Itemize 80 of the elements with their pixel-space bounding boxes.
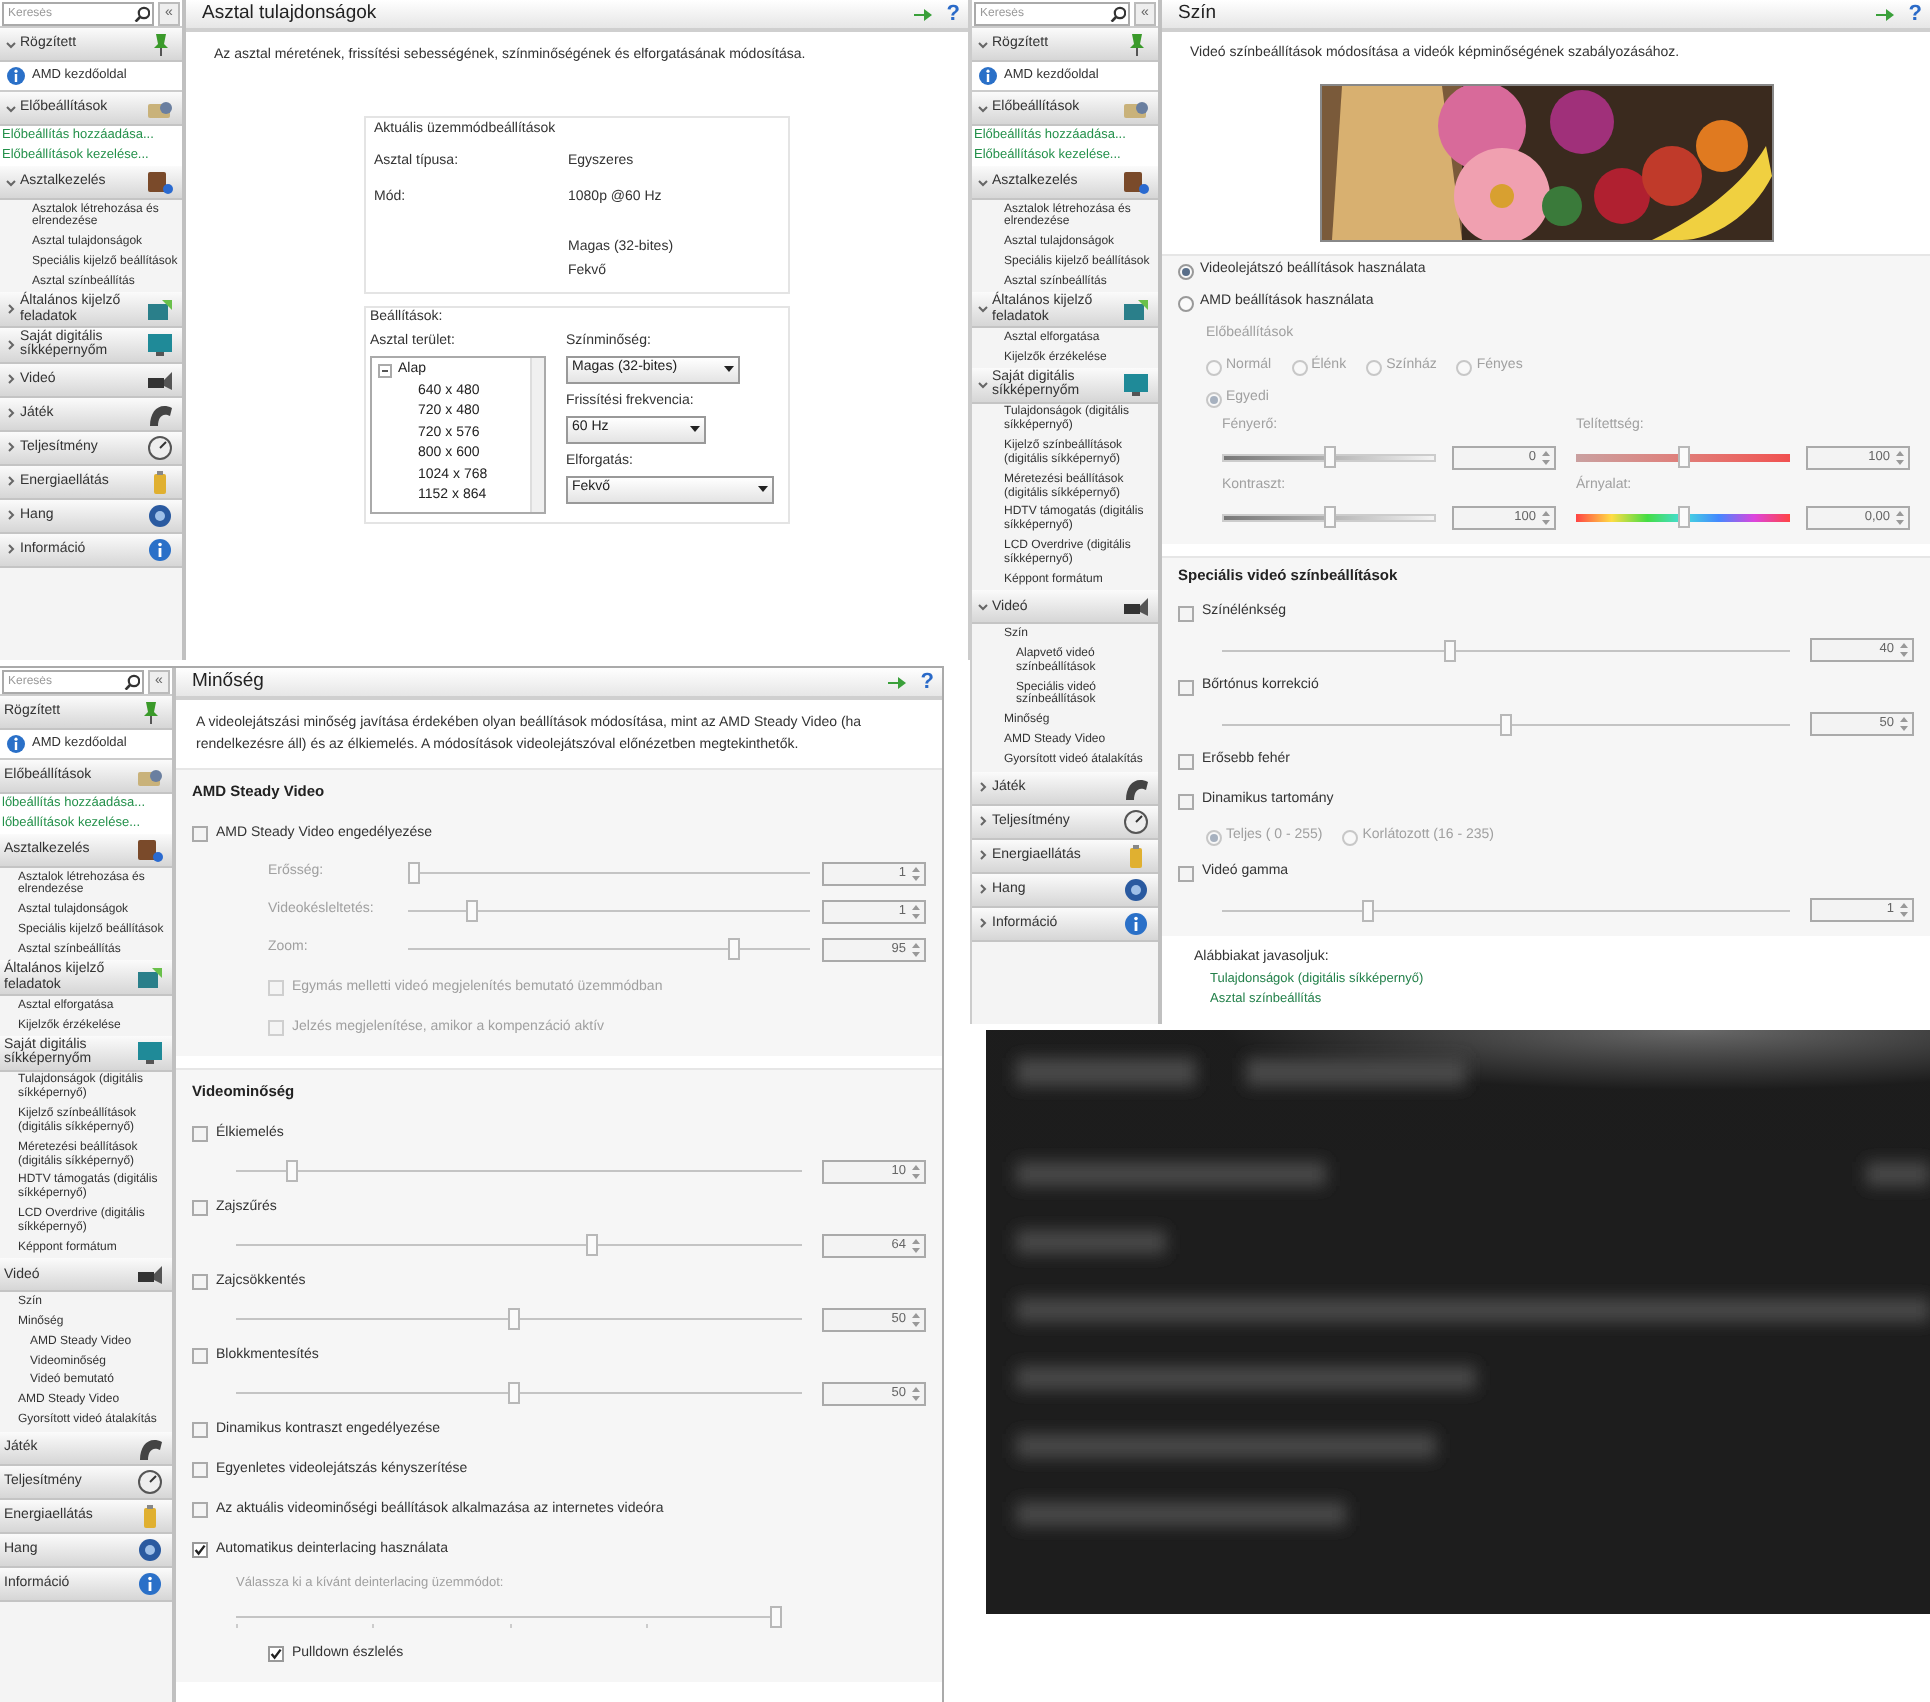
radio-button[interactable] [1178,295,1194,311]
chevron-icon[interactable] [978,304,988,315]
chevron-icon[interactable] [6,339,16,350]
checkbox[interactable] [1178,605,1194,621]
checkbox[interactable] [192,1274,208,1290]
chevron-icon[interactable] [978,601,988,612]
checkbox[interactable] [1178,865,1194,881]
checkbox[interactable] [192,1542,208,1558]
checkbox[interactable] [192,1462,208,1478]
screen-icon [136,1040,164,1065]
chevron-icon[interactable] [6,103,16,113]
caret-icon[interactable] [724,366,734,372]
window-title: Szín [1178,0,1219,28]
chevron-icon[interactable] [6,476,16,487]
pin-icon[interactable] [912,5,935,23]
chevron-icon[interactable] [978,39,988,49]
chevron-icon[interactable] [978,379,988,390]
chevron-icon[interactable] [6,408,16,419]
gauge-icon [136,1469,164,1494]
chevron-icon[interactable] [6,177,16,187]
help-button[interactable]: ? [1908,3,1922,25]
chevron-icon[interactable] [6,442,16,453]
monitor-icon [146,297,174,322]
chevron-icon[interactable] [6,510,16,521]
radio-button[interactable] [1178,263,1194,279]
monitor-icon [1122,297,1150,322]
chevron-icon[interactable] [6,544,16,555]
speaker-icon [136,1537,164,1562]
search-icon[interactable] [124,673,140,689]
chevron-icon[interactable] [978,816,988,827]
camera-icon [136,1262,164,1287]
camera-icon [146,367,174,392]
pin-icon[interactable] [1874,5,1897,23]
chevron-icon[interactable] [978,918,988,929]
speaker-icon [1122,877,1150,902]
help-button[interactable]: ? [920,671,934,693]
checkbox[interactable] [192,1200,208,1216]
caret-icon[interactable] [758,486,768,492]
chevron-icon[interactable] [6,304,16,315]
search-icon[interactable] [1110,5,1126,21]
box-icon [146,170,174,194]
chevron-icon[interactable] [978,782,988,793]
checkbox[interactable] [268,1646,284,1662]
box-icon [1122,170,1150,194]
checkbox[interactable] [192,826,208,842]
checkbox[interactable] [1178,793,1194,809]
info-icon [6,734,26,754]
scrollbar[interactable] [530,357,544,511]
speaker-icon [146,503,174,528]
info-icon [146,537,174,562]
chevron-icon[interactable] [978,103,988,113]
checkbox[interactable] [192,1348,208,1364]
chevron-icon[interactable] [978,884,988,895]
info-icon [136,1571,164,1596]
pin-icon[interactable] [886,673,909,691]
help-button[interactable]: ? [946,3,960,25]
chevron-icon[interactable] [978,177,988,187]
screen-icon [146,332,174,357]
checkbox[interactable] [192,1126,208,1142]
checkbox[interactable] [1178,753,1194,769]
camera-icon [1122,594,1150,619]
info-icon [1122,911,1150,936]
monitor-icon [136,965,164,990]
chevron-icon[interactable] [978,850,988,861]
gauge-icon [1122,809,1150,834]
info-icon [978,66,998,86]
collapse-toggle-icon[interactable] [378,363,392,377]
caret-icon[interactable] [690,426,700,432]
chevron-icon[interactable] [6,374,16,385]
search-icon[interactable] [134,5,150,21]
window-title: Minőség [192,667,266,696]
box-icon [136,838,164,862]
chevron-icon[interactable] [6,39,16,49]
checkbox[interactable] [192,1422,208,1438]
gauge-icon [146,435,174,460]
checkbox[interactable] [1178,679,1194,695]
screen-icon [1122,372,1150,397]
checkbox[interactable] [192,1502,208,1518]
window-title: Asztal tulajdonságok [202,0,379,28]
info-icon [6,66,26,86]
